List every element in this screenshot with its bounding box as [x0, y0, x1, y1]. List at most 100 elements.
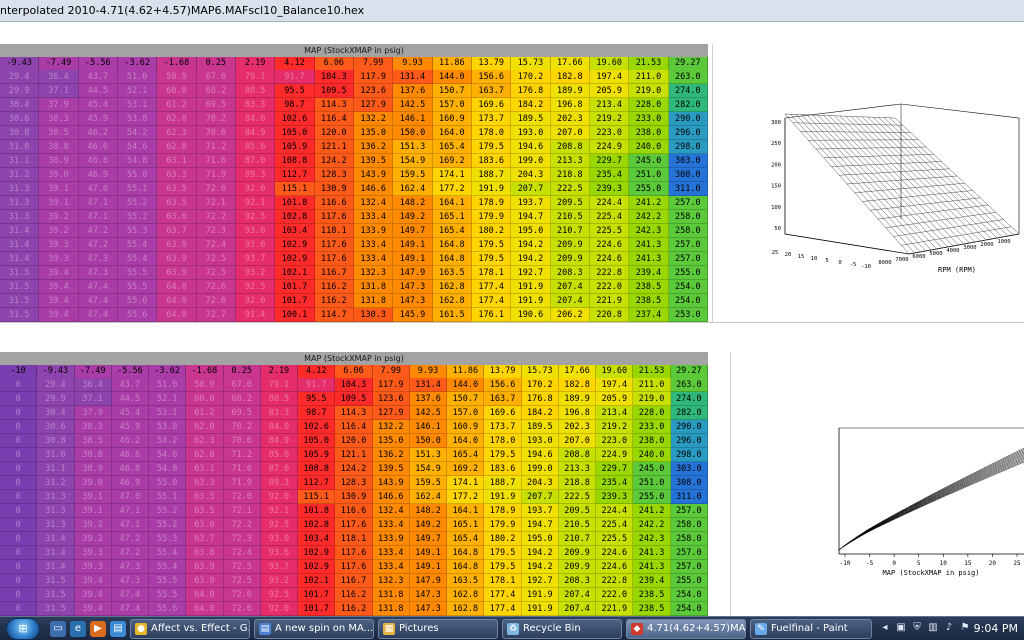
- map-header-cell[interactable]: 19.60: [596, 365, 634, 378]
- table-cell[interactable]: 44.5: [111, 392, 150, 406]
- table-cell[interactable]: 54.2: [149, 434, 187, 448]
- table-cell[interactable]: 114.7: [314, 308, 354, 322]
- table-cell[interactable]: 93.6: [236, 238, 276, 252]
- table-cell[interactable]: 69.5: [196, 98, 236, 112]
- table-cell[interactable]: 169.2: [432, 154, 472, 168]
- map-header-cell[interactable]: 11.86: [432, 57, 472, 70]
- table-cell[interactable]: 127.9: [354, 98, 394, 112]
- table-cell[interactable]: 92.0: [260, 490, 299, 504]
- table-cell[interactable]: 121.1: [335, 448, 373, 462]
- table-cell[interactable]: 225.4: [596, 518, 634, 532]
- table-cell[interactable]: 147.9: [393, 266, 433, 280]
- table-cell[interactable]: 0: [0, 392, 38, 406]
- table-cell[interactable]: 263.0: [670, 378, 708, 392]
- table-cell[interactable]: 253.0: [668, 308, 708, 322]
- table-cell[interactable]: 192.7: [521, 574, 559, 588]
- table-cell[interactable]: 31.4: [37, 546, 75, 560]
- table-cell[interactable]: 0: [0, 406, 38, 420]
- table-cell[interactable]: 146.6: [372, 490, 410, 504]
- table-cell[interactable]: 0: [0, 462, 38, 476]
- table-cell[interactable]: 164.8: [432, 238, 472, 252]
- table-cell[interactable]: 239.3: [590, 182, 630, 196]
- map-header-cell[interactable]: 21.53: [633, 365, 671, 378]
- table-cell[interactable]: 127.9: [372, 406, 410, 420]
- table-cell[interactable]: 72.5: [196, 252, 236, 266]
- table-cell[interactable]: 55.4: [149, 560, 187, 574]
- table-cell[interactable]: 139.5: [372, 462, 410, 476]
- table-cell[interactable]: 196.8: [550, 98, 590, 112]
- table-cell[interactable]: 209.9: [550, 238, 590, 252]
- table-cell[interactable]: 179.9: [472, 210, 512, 224]
- table-cell[interactable]: 98.7: [275, 98, 315, 112]
- table-cell[interactable]: 136.2: [354, 140, 394, 154]
- map-header-cell[interactable]: -9.43: [0, 57, 40, 70]
- table-cell[interactable]: 116.2: [335, 602, 373, 616]
- table-cell[interactable]: 117.6: [314, 252, 354, 266]
- table-cell[interactable]: 241.3: [629, 252, 669, 266]
- table-cell[interactable]: 150.7: [447, 392, 485, 406]
- bottom-table-grid[interactable]: 0 29.4 36.4 43.7 51.0 58.9 67.0 79.1 91.7 104.3 11…: [0, 378, 708, 640]
- table-cell[interactable]: 54.8: [118, 154, 158, 168]
- table-cell[interactable]: 222.0: [596, 588, 634, 602]
- table-cell[interactable]: 210.7: [550, 224, 590, 238]
- table-cell[interactable]: 71.2: [196, 140, 236, 154]
- table-cell[interactable]: 254.0: [668, 294, 708, 308]
- table-cell[interactable]: 64.0: [157, 308, 197, 322]
- table-cell[interactable]: 133.4: [354, 252, 394, 266]
- table-cell[interactable]: 102.9: [298, 546, 336, 560]
- table-cell[interactable]: 92.5: [236, 210, 276, 224]
- table-cell[interactable]: 38.8: [39, 140, 79, 154]
- table-cell[interactable]: 177.4: [484, 602, 522, 616]
- table-cell[interactable]: 257.0: [668, 196, 708, 210]
- table-cell[interactable]: 162.8: [432, 294, 472, 308]
- table-cell[interactable]: 207.4: [550, 294, 590, 308]
- table-cell[interactable]: 93.7: [236, 252, 276, 266]
- table-cell[interactable]: 211.0: [629, 70, 669, 84]
- table-cell[interactable]: 133.4: [372, 560, 410, 574]
- table-cell[interactable]: 191.9: [511, 280, 551, 294]
- table-cell[interactable]: 105.0: [298, 434, 336, 448]
- table-cell[interactable]: 36.4: [39, 70, 79, 84]
- table-cell[interactable]: 213.3: [558, 462, 597, 476]
- table-cell[interactable]: 116.2: [314, 280, 354, 294]
- table-cell[interactable]: 197.4: [596, 378, 634, 392]
- table-cell[interactable]: 132.2: [354, 112, 394, 126]
- map-header-cell[interactable]: 7.99: [354, 57, 394, 70]
- table-cell[interactable]: 71.9: [196, 168, 236, 182]
- table-cell[interactable]: 209.9: [558, 546, 597, 560]
- table-cell[interactable]: 164.1: [447, 504, 485, 518]
- table-cell[interactable]: 63.5: [157, 196, 197, 210]
- table-cell[interactable]: 137.6: [393, 84, 433, 98]
- table-cell[interactable]: 219.2: [596, 420, 634, 434]
- table-cell[interactable]: 131.8: [372, 602, 410, 616]
- table-cell[interactable]: 55.2: [149, 504, 187, 518]
- table-cell[interactable]: 254.0: [670, 588, 708, 602]
- table-cell[interactable]: 63.8: [157, 238, 197, 252]
- table-cell[interactable]: 43.7: [78, 70, 118, 84]
- table-cell[interactable]: 173.7: [484, 420, 522, 434]
- table-cell[interactable]: 225.4: [590, 210, 630, 224]
- table-cell[interactable]: 98.7: [298, 406, 336, 420]
- table-cell[interactable]: 58.9: [186, 378, 224, 392]
- table-cell[interactable]: 133.9: [372, 532, 410, 546]
- table-cell[interactable]: 194.2: [511, 252, 551, 266]
- table-cell[interactable]: 211.0: [633, 378, 671, 392]
- table-cell[interactable]: 224.9: [590, 140, 630, 154]
- table-cell[interactable]: 222.8: [596, 574, 634, 588]
- table-cell[interactable]: 45.4: [111, 406, 150, 420]
- table-cell[interactable]: 225.5: [590, 224, 630, 238]
- table-cell[interactable]: 38.8: [74, 448, 112, 462]
- table-cell[interactable]: 39.2: [39, 224, 79, 238]
- table-cell[interactable]: 148.2: [409, 504, 448, 518]
- table-cell[interactable]: 93.6: [260, 546, 299, 560]
- table-cell[interactable]: 63.7: [157, 224, 197, 238]
- table-cell[interactable]: 164.0: [447, 434, 485, 448]
- table-cell[interactable]: 92.1: [260, 504, 299, 518]
- table-cell[interactable]: 163.5: [432, 266, 472, 280]
- table-cell[interactable]: 177.2: [447, 490, 485, 504]
- table-cell[interactable]: 165.1: [447, 518, 485, 532]
- table-cell[interactable]: 150.7: [432, 84, 472, 98]
- table-cell[interactable]: 210.7: [558, 532, 597, 546]
- table-cell[interactable]: 169.6: [484, 406, 522, 420]
- table-cell[interactable]: 144.0: [447, 378, 485, 392]
